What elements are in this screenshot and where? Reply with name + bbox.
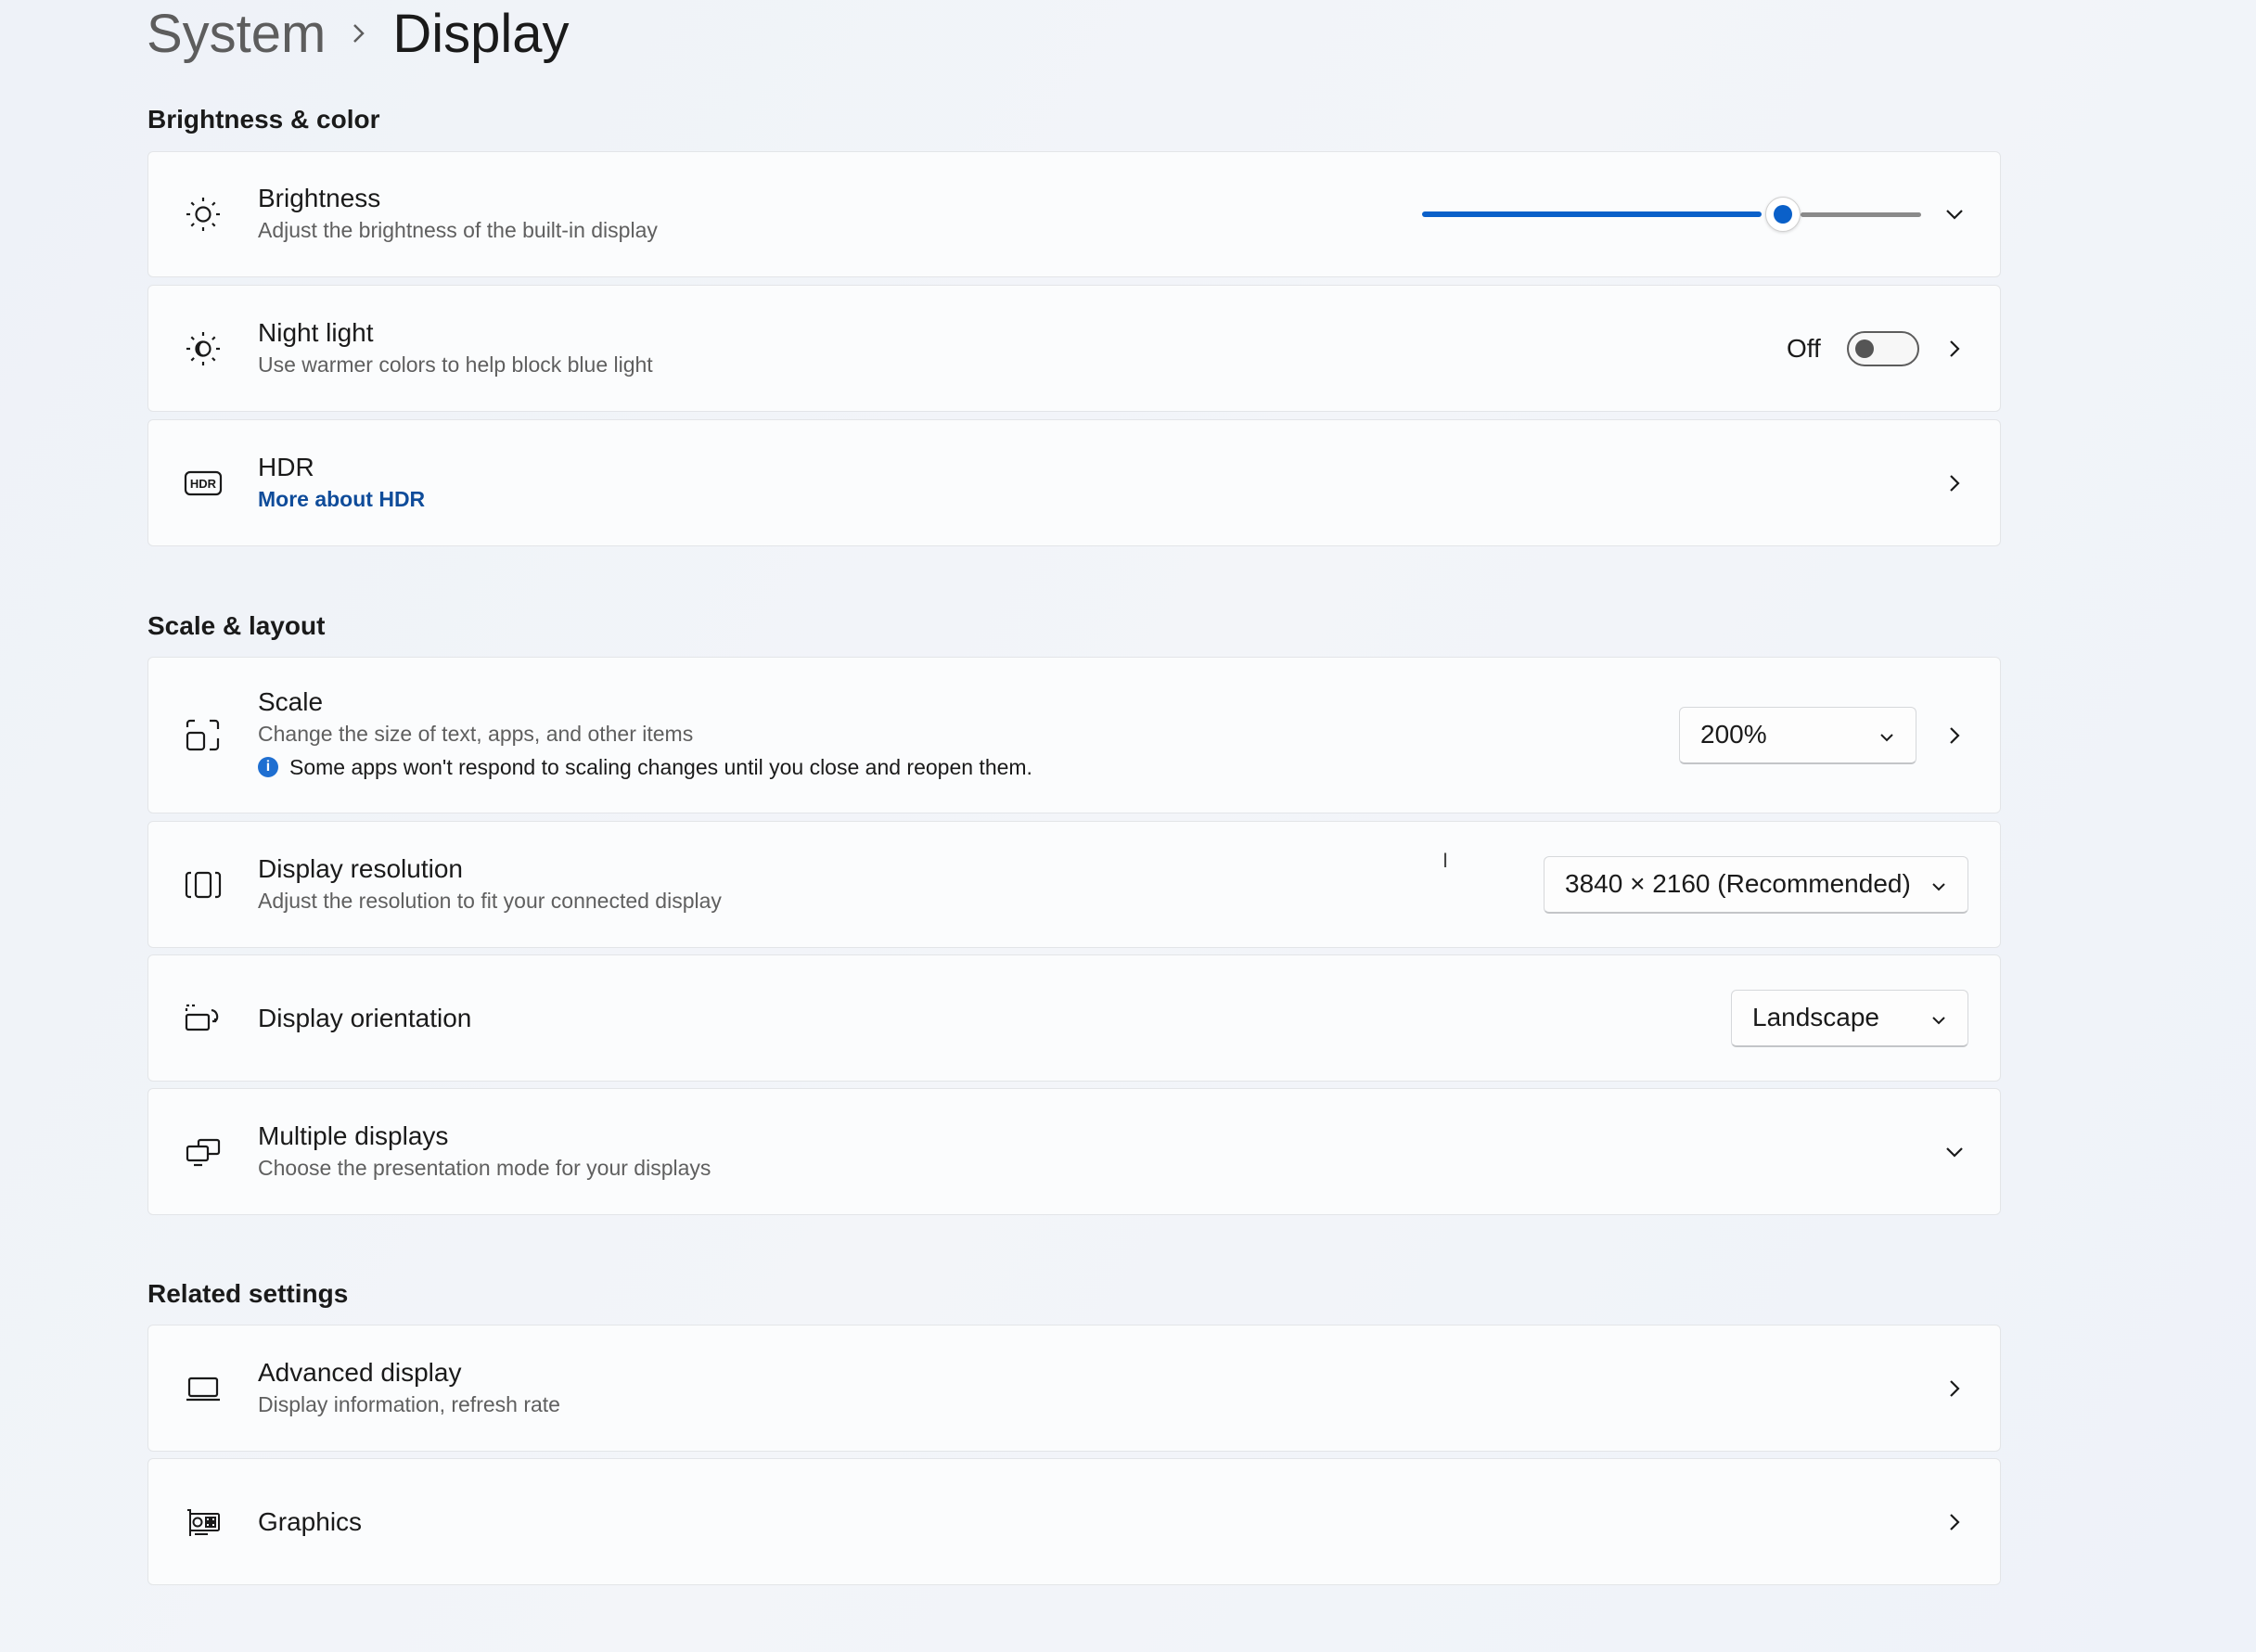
night-light-toggle[interactable] [1847,330,1919,366]
night-light-state: Off [1787,333,1821,363]
scale-title: Scale [258,686,324,716]
scale-dropdown-value: 200% [1700,720,1767,749]
sun-icon [184,195,223,234]
orientation-dropdown-value: Landscape [1752,1003,1880,1031]
night-light-title: Night light [258,317,374,347]
resolution-title: Display resolution [258,853,463,883]
resolution-dropdown[interactable]: 3840 × 2160 (Recommended) [1544,855,1968,914]
hdr-icon: HDR [184,464,223,503]
advanced-display-subtitle: Display information, refresh rate [258,1391,560,1416]
chevron-right-icon[interactable] [1942,1510,1967,1534]
chevron-right-icon[interactable] [1942,337,1967,361]
brightness-title: Brightness [258,184,381,212]
multiple-displays-card[interactable]: Multiple displays Choose the presentatio… [147,1088,2001,1215]
breadcrumb: System Display [147,0,570,67]
page-title: Display [392,3,570,64]
orientation-icon [184,999,223,1038]
section-title-scale-layout: Scale & layout [147,611,326,640]
multiple-displays-title: Multiple displays [258,1121,449,1150]
hdr-card[interactable]: HDR HDR More about HDR [147,419,2001,546]
hdr-title: HDR [258,452,314,481]
section-title-related-settings: Related settings [147,1279,349,1308]
brightness-slider-fill [1422,211,1762,217]
chevron-down-icon[interactable] [1942,1140,1967,1164]
resolution-subtitle: Adjust the resolution to fit your connec… [258,888,722,913]
section-title-brightness-color: Brightness & color [147,105,380,134]
scale-info-text: Some apps won't respond to scaling chang… [289,754,1032,779]
orientation-card[interactable]: Display orientation Landscape [147,954,2001,1082]
night-light-card[interactable]: Night light Use warmer colors to help bl… [147,285,2001,412]
info-icon: i [258,756,278,777]
brightness-slider-thumb[interactable] [1765,197,1801,232]
brightness-card[interactable]: Brightness Adjust the brightness of the … [147,151,2001,277]
scale-dropdown[interactable]: 200% [1679,706,1916,764]
advanced-display-title: Advanced display [258,1357,462,1387]
scale-info: i Some apps won't respond to scaling cha… [258,749,1032,785]
scale-icon [184,716,223,755]
night-light-subtitle: Use warmer colors to help block blue lig… [258,352,653,377]
multiple-displays-icon [184,1133,223,1172]
brightness-slider-track [1801,212,1921,217]
chevron-down-icon [1929,874,1949,894]
advanced-display-card[interactable]: Advanced display Display information, re… [147,1325,2001,1452]
chevron-down-icon[interactable] [1942,202,1967,226]
chevron-down-icon [1929,1007,1949,1028]
svg-text:HDR: HDR [190,477,217,491]
orientation-title: Display orientation [258,1003,472,1032]
graphics-card[interactable]: Graphics [147,1458,2001,1585]
breadcrumb-chevron-icon [326,19,392,47]
brightness-subtitle: Adjust the brightness of the built-in di… [258,218,658,242]
laptop-icon [184,1369,223,1408]
resolution-icon [184,865,223,904]
resolution-dropdown-value: 3840 × 2160 (Recommended) [1565,869,1911,898]
brightness-slider[interactable] [1422,197,1921,232]
chevron-right-icon[interactable] [1942,1377,1967,1401]
mouse-cursor-icon: I [1442,849,1449,872]
chevron-right-icon[interactable] [1942,724,1967,748]
graphics-title: Graphics [258,1506,363,1536]
breadcrumb-system[interactable]: System [147,3,326,65]
night-light-icon [184,329,223,368]
scale-card[interactable]: Scale Change the size of text, apps, and… [147,657,2001,813]
chevron-down-icon [1877,724,1897,745]
orientation-dropdown[interactable]: Landscape [1731,989,1968,1047]
hdr-more-link[interactable]: More about HDR [258,483,425,515]
multiple-displays-subtitle: Choose the presentation mode for your di… [258,1155,711,1180]
resolution-card[interactable]: Display resolution Adjust the resolution… [147,821,2001,948]
graphics-card-icon [184,1503,223,1542]
chevron-right-icon[interactable] [1942,471,1967,495]
scale-subtitle: Change the size of text, apps, and other… [258,721,694,746]
